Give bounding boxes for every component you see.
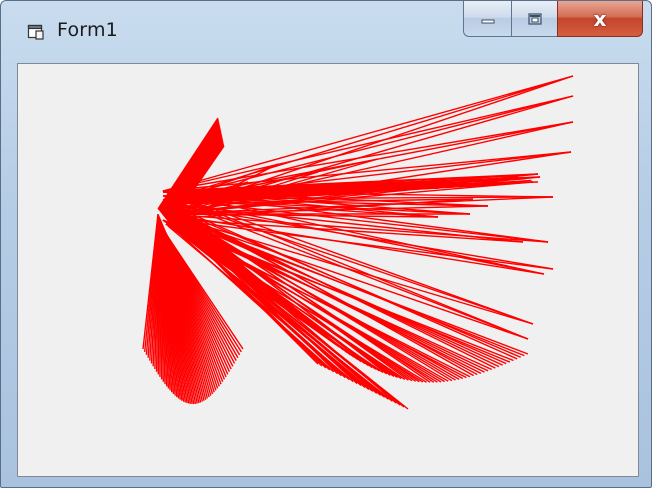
close-icon: x	[593, 6, 607, 31]
close-button[interactable]: x	[557, 1, 643, 37]
maximize-icon	[527, 12, 542, 25]
form-client-area[interactable]	[17, 63, 639, 477]
form-window: Form1 x	[0, 0, 652, 488]
window-title: Form1	[57, 19, 118, 41]
minimize-button[interactable]	[463, 1, 511, 37]
title-bar[interactable]: Form1 x	[1, 1, 651, 57]
caption-buttons: x	[463, 1, 643, 37]
minimize-icon	[481, 19, 494, 23]
form-window-icon[interactable]	[27, 23, 45, 41]
red-line	[165, 223, 514, 362]
maximize-button[interactable]	[511, 1, 557, 37]
line-drawing-canvas	[142, 75, 574, 410]
red-line	[162, 121, 574, 192]
